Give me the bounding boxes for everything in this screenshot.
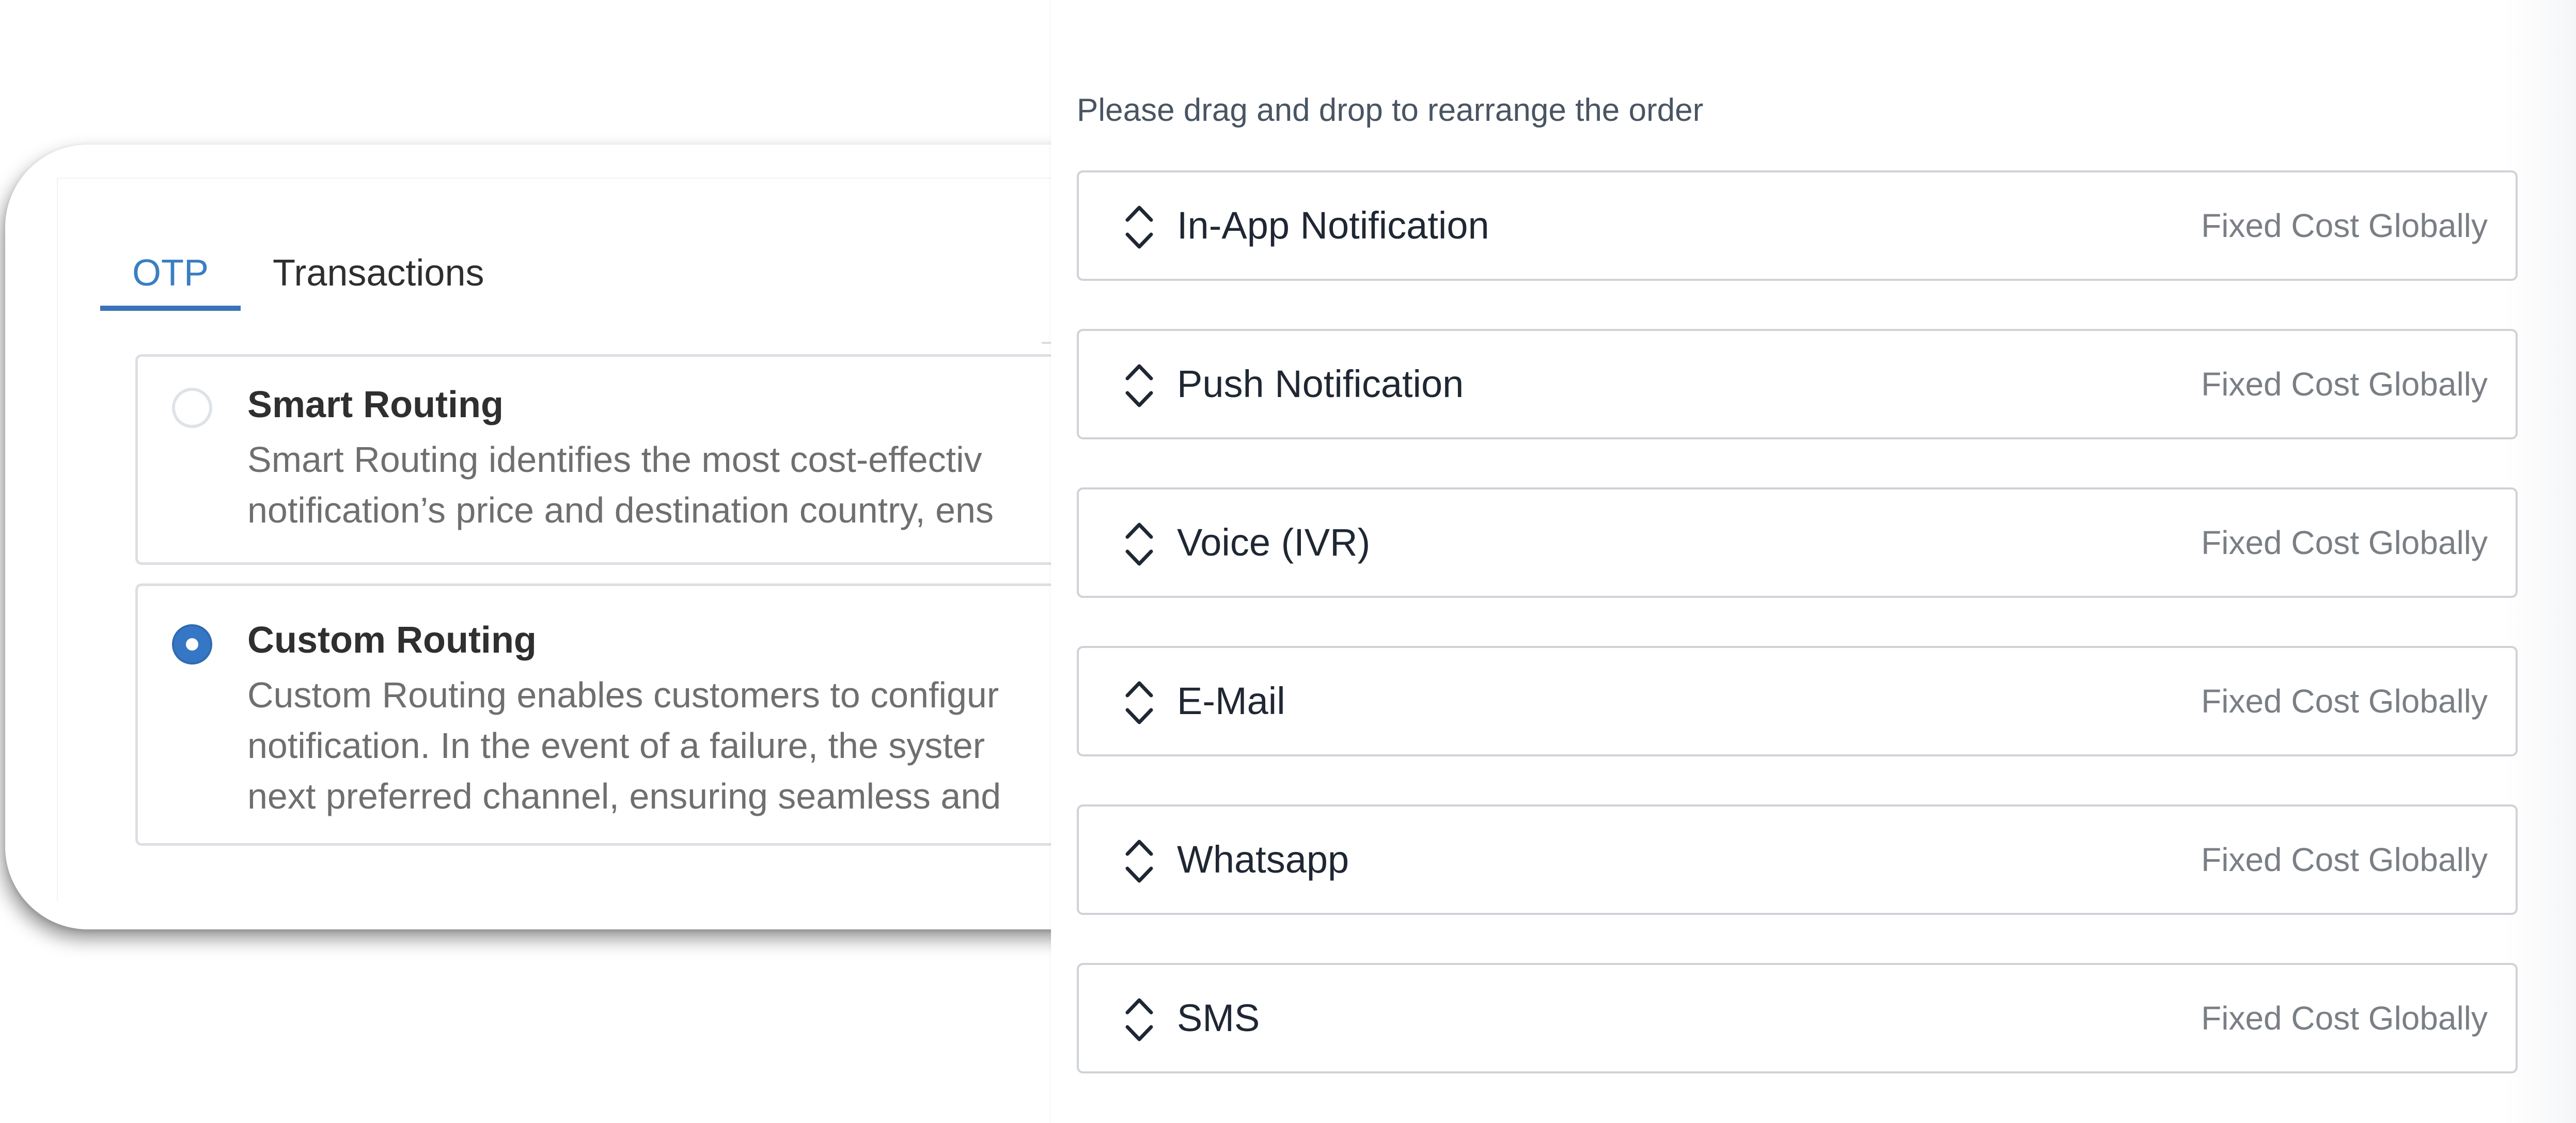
channel-cost-label: Fixed Cost Globally [2201,683,2488,720]
chevron-up-down-icon[interactable] [1121,995,1157,1045]
channel-name: SMS [1177,997,1260,1039]
chevron-up-down-icon[interactable] [1121,361,1157,410]
channel-priority-panel: Please drag and drop to rearrange the or… [1051,0,2576,1123]
channel-item-in-app-notification[interactable]: In-App Notification Fixed Cost Globally [1077,170,2518,281]
routing-tabs: OTP Transactions [100,235,516,318]
channel-list: In-App Notification Fixed Cost Globally … [1077,170,2518,1121]
channel-item-whatsapp[interactable]: Whatsapp Fixed Cost Globally [1077,804,2518,915]
tab-otp[interactable]: OTP [100,235,241,311]
chevron-up-down-icon[interactable] [1121,519,1157,569]
channel-item-push-notification[interactable]: Push Notification Fixed Cost Globally [1077,329,2518,439]
chevron-up-down-icon[interactable] [1121,678,1157,727]
channel-cost-label: Fixed Cost Globally [2201,366,2488,403]
custom-routing-title: Custom Routing [247,620,537,661]
screen: OTP Transactions Smart Routing Smart Rou… [0,0,2576,1123]
channel-cost-label: Fixed Cost Globally [2201,524,2488,561]
drag-instructions: Please drag and drop to rearrange the or… [1077,92,1704,128]
channel-cost-label: Fixed Cost Globally [2201,1000,2488,1037]
channel-item-email[interactable]: E-Mail Fixed Cost Globally [1077,646,2518,756]
custom-routing-radio[interactable] [172,624,212,665]
smart-routing-title: Smart Routing [247,384,504,425]
chevron-up-down-icon[interactable] [1121,202,1157,252]
channel-cost-label: Fixed Cost Globally [2201,207,2488,244]
channel-name: Whatsapp [1177,838,1349,881]
channel-name: Push Notification [1177,362,1464,405]
channel-item-sms[interactable]: SMS Fixed Cost Globally [1077,963,2518,1073]
channel-item-voice-ivr[interactable]: Voice (IVR) Fixed Cost Globally [1077,487,2518,598]
smart-routing-radio[interactable] [172,388,212,428]
channel-name: Voice (IVR) [1177,521,1371,564]
channel-name: E-Mail [1177,679,1285,722]
channel-cost-label: Fixed Cost Globally [2201,841,2488,878]
chevron-up-down-icon[interactable] [1121,836,1157,886]
channel-name: In-App Notification [1177,204,1489,247]
tab-transactions[interactable]: Transactions [241,235,516,311]
